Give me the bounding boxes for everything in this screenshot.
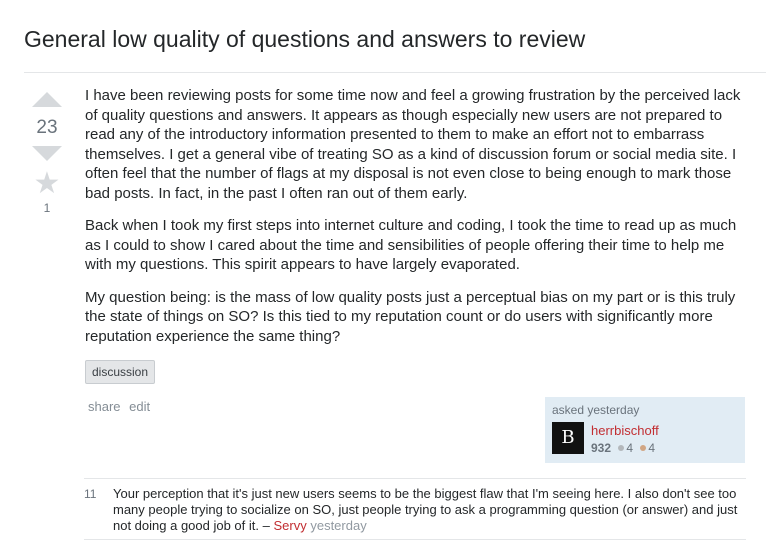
comment-separator: – bbox=[259, 518, 274, 533]
silver-badge-count: 4 bbox=[626, 441, 634, 455]
comment: Your perception that it's just new users… bbox=[113, 486, 743, 534]
tag-discussion[interactable]: discussion bbox=[85, 360, 156, 384]
comments-bottom-divider bbox=[84, 539, 746, 540]
owner-card: asked yesterday B herrbischoff 932 4 4 bbox=[545, 397, 745, 463]
question-paragraph: I have been reviewing posts for some tim… bbox=[85, 87, 741, 202]
bronze-badge-icon bbox=[640, 445, 647, 452]
comment-user[interactable]: Servy bbox=[273, 518, 306, 533]
silver-badge-icon bbox=[618, 445, 625, 452]
question-paragraph: Back when I took my first steps into int… bbox=[85, 217, 737, 273]
owner-stats: 932 4 4 bbox=[591, 441, 655, 455]
post-menu: share edit bbox=[88, 399, 155, 414]
favorite-count: 1 bbox=[43, 201, 51, 215]
question-paragraph: My question being: is the mass of low qu… bbox=[85, 288, 736, 345]
question-body: I have been reviewing posts for some tim… bbox=[85, 86, 745, 359]
bronze-badge-count: 4 bbox=[648, 441, 656, 455]
question-title[interactable]: General low quality of questions and ans… bbox=[24, 26, 585, 53]
vote-count: 23 bbox=[36, 117, 58, 138]
avatar[interactable]: B bbox=[552, 422, 584, 454]
star-icon[interactable]: ★ bbox=[24, 169, 70, 199]
upvote-arrow-icon[interactable] bbox=[32, 92, 62, 107]
comment-score: 11 bbox=[84, 487, 97, 501]
title-divider bbox=[24, 72, 766, 73]
owner-username[interactable]: herrbischoff bbox=[591, 423, 659, 438]
edit-link[interactable]: edit bbox=[129, 399, 150, 414]
comment-date[interactable]: yesterday bbox=[310, 518, 366, 533]
share-link[interactable]: share bbox=[88, 399, 121, 414]
reputation-score: 932 bbox=[591, 441, 612, 455]
vote-cell: 23 ★ 1 bbox=[24, 88, 70, 215]
asked-time: asked yesterday bbox=[552, 403, 640, 417]
downvote-arrow-icon[interactable] bbox=[32, 146, 62, 161]
comment-body: Your perception that it's just new users… bbox=[113, 486, 738, 533]
comments-divider bbox=[84, 478, 746, 479]
